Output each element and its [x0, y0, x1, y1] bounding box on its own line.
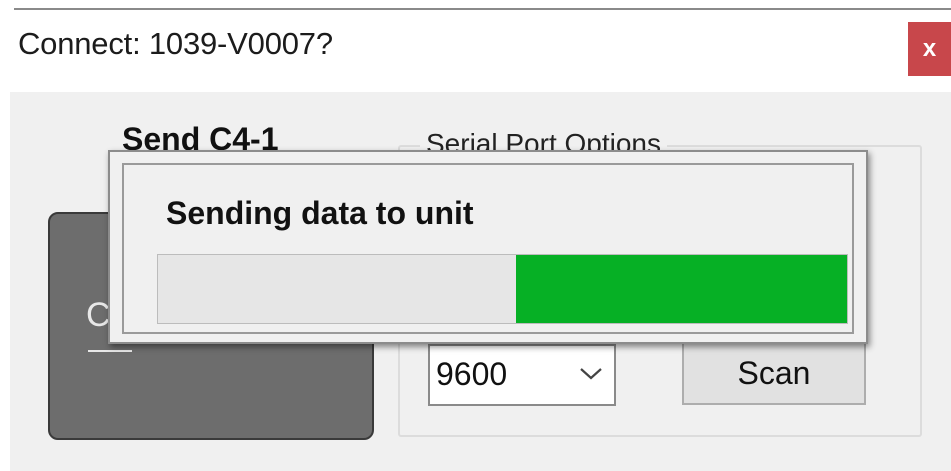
close-icon: x — [922, 35, 937, 62]
connect-button-accelerator-underline — [88, 350, 132, 352]
baud-rate-value: 9600 — [436, 356, 508, 392]
top-divider — [14, 8, 951, 10]
connect-button-label: C — [86, 296, 111, 334]
progress-bar-fill — [516, 255, 847, 323]
chevron-down-icon[interactable] — [576, 362, 606, 384]
progress-bar — [157, 254, 848, 324]
close-button[interactable]: x — [908, 22, 951, 76]
progress-message: Sending data to unit — [166, 195, 474, 231]
window-title: Connect: 1039-V0007? — [18, 26, 333, 61]
scan-button[interactable]: Scan — [682, 341, 866, 405]
